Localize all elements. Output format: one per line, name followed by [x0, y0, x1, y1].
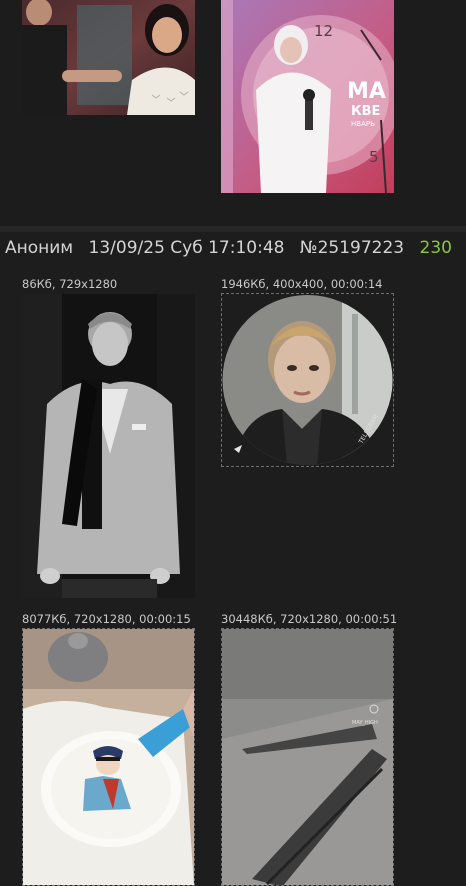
svg-text:5: 5 — [369, 148, 379, 166]
video-watermark: MAY_HIGH — [352, 720, 378, 726]
svg-text:НВАРЬ: НВАРЬ — [351, 120, 375, 128]
post-reply-count[interactable]: 230 — [420, 238, 452, 258]
round-video-thumbnail[interactable]: TELEGRAM — [221, 293, 394, 467]
file-meta-3[interactable]: 8077Кб, 720x1280, 00:00:15 — [22, 612, 191, 626]
clock-stage-photo-thumbnail[interactable]: 12 5 МА КВЕ НВАРЬ — [221, 0, 394, 193]
file-meta-1[interactable]: 86Кб, 729x1280 — [22, 277, 117, 291]
file-meta-4[interactable]: 30448Кб, 720x1280, 00:00:51 — [221, 612, 397, 626]
portrait-photo-thumbnail[interactable] — [22, 294, 195, 598]
cake-video-thumbnail[interactable] — [22, 628, 195, 886]
svg-text:МА: МА — [347, 79, 386, 104]
party-photo-thumbnail[interactable] — [22, 0, 195, 115]
post-author[interactable]: Аноним — [5, 238, 73, 258]
file-meta-2[interactable]: 1946Кб, 400x400, 00:00:14 — [221, 277, 383, 291]
post-number[interactable]: №25197223 — [300, 238, 404, 258]
road-video-thumbnail[interactable]: MAY_HIGH — [221, 628, 394, 886]
post-date: 13/09/25 Суб 17:10:48 — [88, 238, 285, 258]
svg-text:КВЕ: КВЕ — [351, 104, 380, 119]
post-header: Аноним 13/09/25 Суб 17:10:48 №25197223 2… — [5, 238, 452, 262]
clock-number: 12 — [314, 22, 333, 40]
